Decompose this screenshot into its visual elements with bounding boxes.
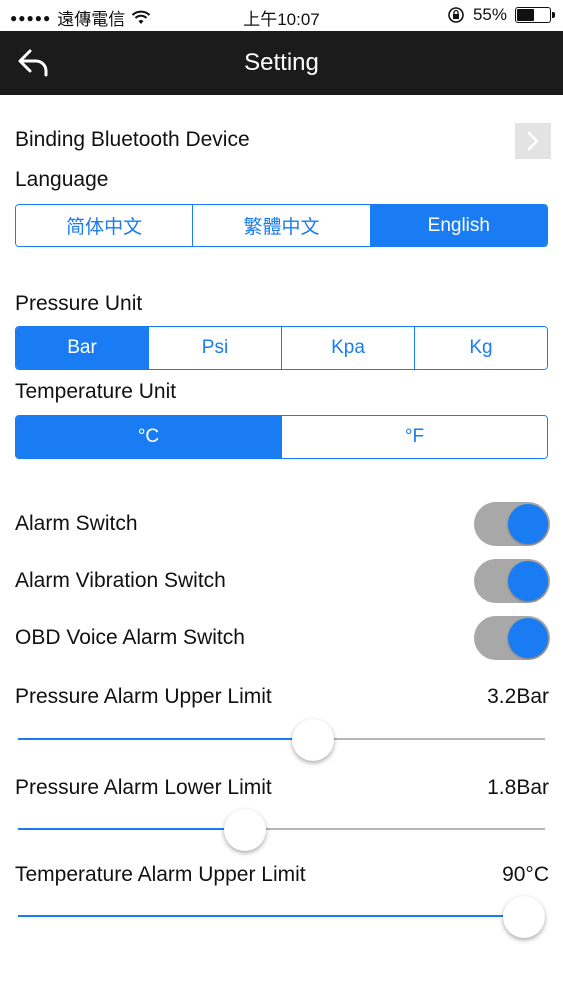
language-option-traditional-chinese[interactable]: 繁體中文 (192, 205, 370, 246)
pressure-unit-selector: Bar Psi Kpa Kg (15, 326, 548, 370)
toggle-knob (508, 504, 548, 544)
temperature-upper-limit-value: 90°C (502, 863, 549, 886)
binding-bluetooth-label: Binding Bluetooth Device (15, 128, 250, 151)
temperature-unit-celsius[interactable]: °C (16, 416, 281, 458)
slider-thumb[interactable] (223, 809, 266, 851)
temperature-upper-limit-label: Temperature Alarm Upper Limit (15, 863, 306, 886)
pressure-unit-kpa[interactable]: Kpa (281, 327, 414, 369)
pressure-unit-kg[interactable]: Kg (414, 327, 547, 369)
rotation-lock-icon (448, 7, 464, 23)
battery-level-fill (517, 9, 535, 21)
alarm-switch-label: Alarm Switch (15, 512, 138, 535)
pressure-unit-psi[interactable]: Psi (148, 327, 281, 369)
slider-thumb[interactable] (502, 896, 545, 938)
status-right: 55% (447, 5, 555, 25)
toggle-knob (508, 561, 548, 601)
pressure-unit-label: Pressure Unit (15, 292, 143, 315)
temperature-upper-limit-slider[interactable] (18, 896, 545, 938)
language-label: Language (15, 168, 109, 191)
pressure-lower-limit-slider[interactable] (18, 809, 545, 851)
pressure-upper-limit-label: Pressure Alarm Upper Limit (15, 685, 272, 708)
chevron-right-icon (527, 131, 539, 151)
pressure-upper-limit-slider[interactable] (18, 719, 545, 761)
page-title: Setting (244, 49, 319, 76)
battery-icon (515, 7, 555, 23)
pressure-lower-limit-value: 1.8Bar (487, 776, 549, 799)
slider-fill (18, 738, 314, 740)
language-option-english[interactable]: English (369, 205, 547, 246)
language-selector: 简体中文 繁體中文 English (15, 204, 548, 247)
alarm-vibration-toggle[interactable] (474, 559, 550, 603)
slider-fill (18, 828, 245, 830)
language-option-simplified-chinese[interactable]: 简体中文 (16, 205, 193, 246)
battery-percent: 55% (472, 5, 507, 24)
temperature-unit-selector: °C °F (15, 415, 548, 459)
temperature-unit-label: Temperature Unit (15, 380, 177, 403)
pressure-upper-limit-value: 3.2Bar (487, 685, 549, 708)
pressure-unit-bar[interactable]: Bar (16, 327, 148, 369)
nav-bar: Setting (0, 31, 563, 95)
alarm-switch-toggle[interactable] (474, 502, 550, 546)
alarm-vibration-label: Alarm Vibration Switch (15, 569, 226, 592)
binding-bluetooth-button[interactable] (515, 123, 551, 159)
temperature-unit-fahrenheit[interactable]: °F (281, 416, 547, 458)
pressure-lower-limit-label: Pressure Alarm Lower Limit (15, 776, 272, 799)
obd-voice-alarm-label: OBD Voice Alarm Switch (15, 626, 245, 649)
slider-fill (18, 915, 524, 917)
toggle-knob (508, 618, 548, 658)
obd-voice-alarm-toggle[interactable] (474, 616, 550, 660)
slider-thumb[interactable] (292, 719, 335, 761)
status-bar: ●●●●● 遠傳電信 上午10:07 55% (0, 0, 563, 31)
